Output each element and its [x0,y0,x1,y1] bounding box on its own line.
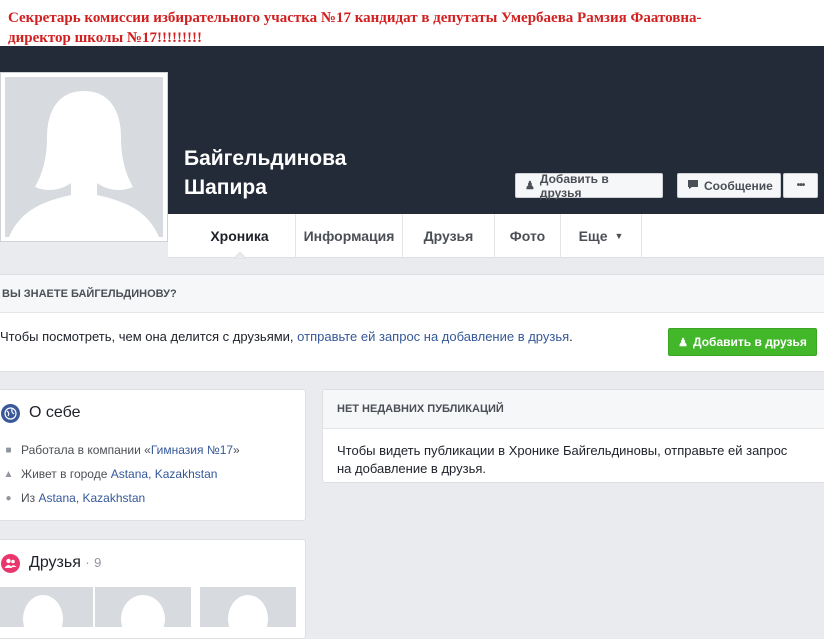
friends-card: Друзья · 9 [0,539,306,639]
about-work-row: ■ Работала в компании «Гимназия №17» [1,443,240,457]
about-lives-prefix: Живет в городе [21,467,111,481]
about-lives-link[interactable]: Astana, Kazakhstan [111,467,218,481]
location-pin-icon: ● [5,492,12,504]
know-person-text: Чтобы посмотреть, чем она делится с друз… [0,329,573,344]
friends-separator: · [85,555,90,570]
tab-friends-label: Друзья [423,228,474,244]
message-label: Сообщение [704,178,773,193]
about-work-link[interactable]: Гимназия №17 [151,443,233,457]
home-icon: ▲ [3,468,14,480]
about-from-link[interactable]: Astana, Kazakhstan [38,491,145,505]
profile-tabs: Хроника Информация Друзья Фото Еще ▼ [168,214,824,259]
tab-more[interactable]: Еще ▼ [561,214,642,258]
about-work-suffix: » [233,443,240,457]
tab-more-label: Еще [578,228,608,244]
chevron-down-icon: ▼ [614,231,624,241]
friends-title-row: Друзья · 9 [29,554,101,572]
add-friend-label: Добавить в друзья [539,171,609,200]
know-person-text-prefix: Чтобы посмотреть, чем она делится с друз… [0,329,298,344]
know-person-text-suffix: . [569,329,573,344]
active-tab-pointer-icon [234,252,246,259]
caption-line-1: Секретарь комиссии избирательного участк… [8,10,702,26]
tab-timeline[interactable]: Хроника [184,214,296,259]
tab-friends[interactable]: Друзья [403,214,495,258]
message-button[interactable]: Сообщение [677,173,781,198]
add-friend-button[interactable]: ♟ Добавить в друзья [515,171,663,200]
profile-name-line-2: Шапира [184,176,267,199]
about-lives-row: ▲ Живет в городе Astana, Kazakhstan [1,467,218,481]
tab-photos-label: Фото [509,228,546,244]
red-caption: Секретарь комиссии избирательного участк… [0,0,824,46]
know-person-heading: ВЫ ЗНАЕТЕ БАЙГЕЛЬДИНОВУ? [0,275,824,313]
caption-line-2: директор школы №17!!!!!!!!! [8,30,202,46]
add-friend-green-button[interactable]: ♟ Добавить в друзья [668,328,817,356]
about-title: О себе [29,404,81,421]
profile-name-line-1: Байгельдинова [184,147,347,170]
message-icon [687,179,699,193]
tab-photos[interactable]: Фото [495,214,561,258]
more-options-icon: ••• [796,180,805,191]
about-from-prefix: Из [21,491,39,505]
friends-count: 9 [94,555,102,570]
no-recent-posts-card: НЕТ НЕДАВНИХ ПУБЛИКАЦИЙ Чтобы видеть пуб… [322,389,824,483]
friends-icon [1,554,20,573]
send-request-link[interactable]: отправьте ей запрос на добавление в друз… [297,329,569,344]
briefcase-icon: ■ [5,444,12,456]
profile-name: Байгельдинова Шапира [184,144,346,202]
add-friend-icon: ♟ [525,180,535,192]
profile-picture[interactable] [0,72,168,242]
friend-photo[interactable] [0,587,93,627]
no-recent-posts-heading: НЕТ НЕДАВНИХ ПУБЛИКАЦИЙ [323,390,824,429]
avatar-silhouette-icon [5,77,163,237]
more-options-button[interactable]: ••• [783,173,818,198]
tab-timeline-label: Хроника [210,228,269,244]
tab-about-label: Информация [303,228,395,244]
globe-icon [1,404,20,423]
about-work-prefix: Работала в компании « [21,443,151,457]
about-card: О себе ■ Работала в компании «Гимназия №… [0,389,306,521]
add-friend-green-label: Добавить в друзья [693,335,807,349]
about-from-row: ● Из Astana, Kazakhstan [1,491,145,505]
know-person-box: ВЫ ЗНАЕТЕ БАЙГЕЛЬДИНОВУ? Чтобы посмотрет… [0,274,824,372]
friends-title[interactable]: Друзья [29,554,81,571]
no-recent-posts-text: Чтобы видеть публикации в Хронике Байгел… [337,443,788,476]
friend-photo[interactable] [95,587,191,627]
tab-about[interactable]: Информация [296,214,403,258]
add-friend-icon: ♟ [678,336,689,349]
friend-photo[interactable] [200,587,296,627]
